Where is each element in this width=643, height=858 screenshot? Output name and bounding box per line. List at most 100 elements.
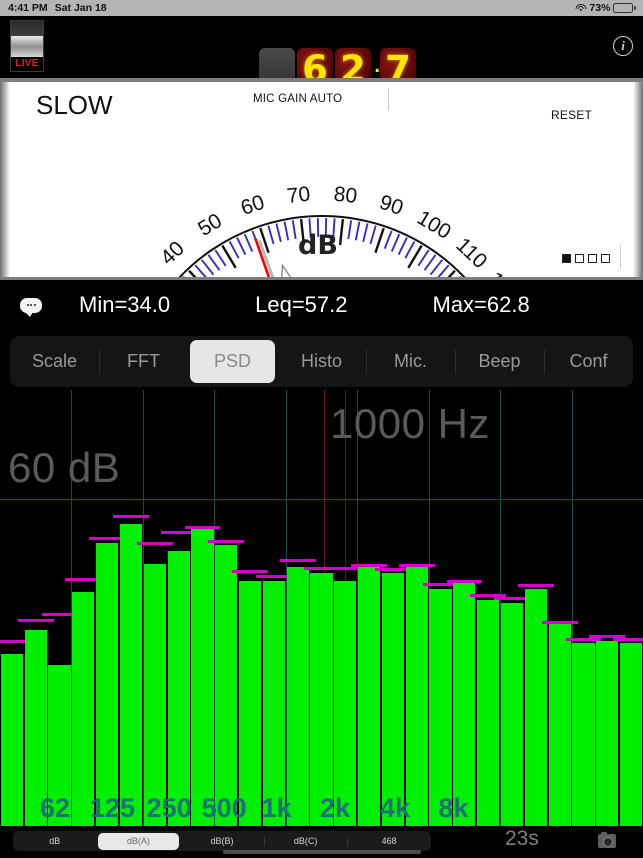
camera-icon[interactable] bbox=[598, 831, 616, 848]
page-indicator-divider bbox=[620, 245, 621, 269]
live-label: LIVE bbox=[11, 57, 43, 71]
spectrum-bar bbox=[334, 580, 357, 826]
weighting-option-dba[interactable]: dB(A) bbox=[97, 832, 180, 850]
page-dot-2[interactable] bbox=[588, 254, 597, 263]
tab-label: Beep bbox=[478, 351, 521, 371]
meter-unit-label: dB bbox=[298, 230, 338, 261]
spectrum-bar bbox=[548, 624, 571, 826]
spectrum-bar bbox=[96, 542, 119, 826]
elapsed-timer: 23s bbox=[505, 827, 539, 850]
status-bar-time: 4:41 PM bbox=[8, 2, 48, 14]
peak-hold-marker bbox=[398, 564, 435, 568]
live-indicator[interactable]: LIVE bbox=[10, 20, 44, 72]
battery-percent-label: 73% bbox=[589, 2, 611, 14]
svg-text:40: 40 bbox=[156, 237, 189, 270]
spectrum-bar bbox=[596, 640, 619, 826]
tab-conf[interactable]: Conf bbox=[544, 340, 631, 383]
spectrum-bar bbox=[500, 602, 524, 826]
peak-hold-marker bbox=[113, 515, 149, 519]
svg-text:60: 60 bbox=[238, 191, 267, 220]
tab-fft[interactable]: FFT bbox=[99, 340, 186, 383]
spectrum-bar bbox=[262, 580, 285, 826]
spectrum-bar bbox=[619, 643, 643, 826]
tab-beep[interactable]: Beep bbox=[455, 340, 542, 383]
analog-meter-panel[interactable]: SLOW MIC GAIN AUTO RESET 203040506070809… bbox=[0, 78, 643, 280]
peak-hold-marker bbox=[232, 569, 268, 573]
sound-level-meter-app: 4:41 PM Sat Jan 18 73% LIVE 6 2 . 7 i SL bbox=[0, 0, 643, 858]
peak-hold-marker bbox=[17, 618, 54, 622]
svg-text:30: 30 bbox=[126, 273, 158, 280]
stat-min: Min=34.0 bbox=[79, 292, 171, 317]
spectrum-bar bbox=[238, 580, 262, 826]
peak-hold-marker bbox=[517, 584, 554, 588]
svg-text:90: 90 bbox=[377, 191, 406, 220]
stats-row: Min=34.0 Leq=57.2 Max=62.8 bbox=[0, 283, 643, 327]
frequency-tick-label: 125 bbox=[90, 793, 136, 823]
weighting-option-468[interactable]: 468 bbox=[347, 833, 430, 850]
frequency-tick-label: 1k bbox=[261, 793, 292, 823]
frequency-tick-label: 62 bbox=[40, 793, 71, 823]
page-dot-1[interactable] bbox=[575, 254, 584, 263]
page-dot-3[interactable] bbox=[601, 254, 610, 263]
spectrum-bars bbox=[0, 390, 643, 826]
spectrum-bar bbox=[72, 591, 95, 826]
tab-label: FFT bbox=[127, 351, 160, 371]
spectrum-bar bbox=[572, 643, 595, 826]
spectrum-bar bbox=[286, 567, 309, 826]
peak-hold-marker bbox=[208, 539, 245, 543]
tab-histo[interactable]: Histo bbox=[279, 340, 364, 383]
spectrum-graph[interactable]: 1000 Hz 60 dB 62 125 250 500 1k 2k 4k 8k bbox=[0, 390, 643, 826]
stat-leq: Leq=57.2 bbox=[255, 292, 348, 317]
app-header: LIVE 6 2 . 7 i bbox=[0, 16, 643, 92]
peak-hold-marker bbox=[136, 542, 173, 546]
frequency-tick-label: 250 bbox=[146, 793, 192, 823]
frequency-tick-label: 4k bbox=[380, 793, 411, 823]
spectrum-bar bbox=[405, 567, 428, 826]
tab-label: Scale bbox=[31, 351, 78, 371]
spectrum-bar bbox=[119, 523, 143, 826]
spectrum-bar bbox=[167, 550, 190, 826]
svg-text:120: 120 bbox=[483, 268, 522, 280]
spectrum-bar bbox=[215, 545, 238, 826]
weighting-selector[interactable]: dB dB(A) dB(B) dB(C) 468 bbox=[13, 831, 431, 851]
ios-status-bar: 4:41 PM Sat Jan 18 73% bbox=[0, 0, 643, 16]
peak-hold-marker bbox=[541, 621, 578, 625]
weighting-option-dbb[interactable]: dB(B) bbox=[181, 833, 263, 850]
weighting-option-dbc[interactable]: dB(C) bbox=[263, 833, 347, 850]
live-meter-dark bbox=[11, 21, 43, 36]
spectrum-bar bbox=[429, 588, 452, 826]
weighting-option-db[interactable]: dB bbox=[14, 833, 96, 850]
tab-label: PSD bbox=[213, 351, 251, 371]
tab-scale[interactable]: Scale bbox=[12, 340, 97, 383]
spectrum-bar bbox=[143, 564, 166, 826]
spectrum-bar bbox=[381, 572, 405, 826]
tab-label: Mic. bbox=[394, 351, 427, 371]
home-indicator bbox=[222, 850, 421, 854]
peak-hold-marker bbox=[446, 580, 483, 584]
peak-hold-marker bbox=[613, 637, 643, 641]
page-indicator[interactable] bbox=[562, 254, 610, 263]
svg-text:80: 80 bbox=[333, 183, 359, 208]
tab-label: Conf bbox=[569, 351, 608, 371]
battery-icon bbox=[613, 3, 636, 13]
frequency-tick-label: 2k bbox=[320, 793, 351, 823]
spectrum-bar bbox=[524, 588, 547, 826]
spectrum-bar bbox=[358, 567, 381, 826]
svg-text:100: 100 bbox=[413, 206, 455, 244]
page-dot-0[interactable] bbox=[562, 254, 571, 263]
stat-max: Max=62.8 bbox=[432, 292, 530, 317]
bottom-toolbar: dB dB(A) dB(B) dB(C) 468 23s bbox=[0, 826, 643, 858]
svg-text:50: 50 bbox=[194, 209, 226, 241]
peak-hold-marker bbox=[351, 564, 387, 568]
tab-psd[interactable]: PSD bbox=[190, 340, 275, 383]
view-mode-tabs[interactable]: Scale FFT PSD Histo Mic. Beep Conf bbox=[10, 336, 633, 387]
spectrum-bar bbox=[191, 528, 214, 826]
spectrum-bar bbox=[0, 654, 23, 826]
spectrum-bar bbox=[477, 599, 500, 826]
frequency-tick-label: 500 bbox=[201, 793, 247, 823]
speech-bubble-icon[interactable] bbox=[20, 297, 42, 317]
info-icon[interactable]: i bbox=[613, 36, 633, 56]
status-bar-date: Sat Jan 18 bbox=[54, 2, 107, 14]
svg-text:70: 70 bbox=[286, 183, 312, 208]
tab-mic[interactable]: Mic. bbox=[366, 340, 453, 383]
